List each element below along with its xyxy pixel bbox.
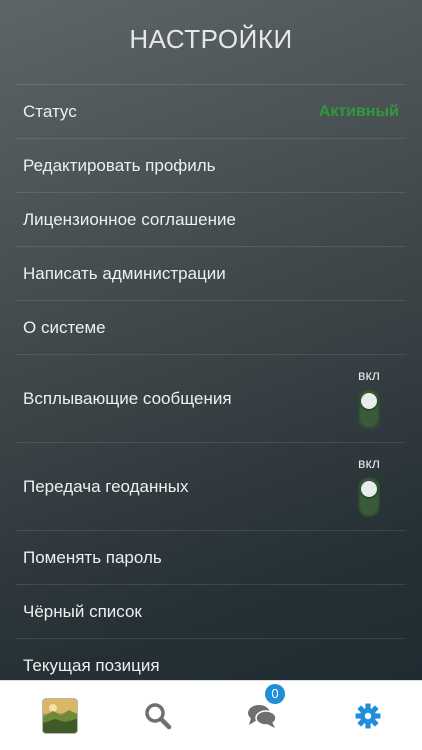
popups-row: Всплывающие сообщения вкл <box>16 354 406 442</box>
current-position-label: Текущая позиция <box>23 655 160 675</box>
geo-row: Передача геоданных вкл <box>16 442 406 530</box>
profile-avatar <box>43 699 77 733</box>
write-admin-label: Написать администрации <box>23 263 226 283</box>
write-admin-item[interactable]: Написать администрации <box>16 246 406 300</box>
tab-messages[interactable]: 0 <box>232 681 292 750</box>
geo-toggle-caption: вкл <box>358 455 380 471</box>
popups-toggle-wrap: вкл <box>356 367 390 429</box>
geo-label: Передача геоданных <box>23 476 189 496</box>
tab-profile[interactable] <box>30 681 90 750</box>
settings-list: Статус Активный Редактировать профиль Ли… <box>16 84 406 692</box>
geo-toggle[interactable] <box>358 477 380 517</box>
status-value: Активный <box>318 102 399 120</box>
about-item[interactable]: О системе <box>16 300 406 354</box>
search-icon <box>145 703 172 730</box>
status-row[interactable]: Статус Активный <box>16 84 406 138</box>
change-password-label: Поменять пароль <box>23 547 162 567</box>
landscape-photo-icon <box>43 699 77 733</box>
settings-screen: НАСТРОЙКИ Статус Активный Редактировать … <box>0 0 422 750</box>
geo-toggle-wrap: вкл <box>356 455 390 517</box>
toggle-knob <box>361 481 377 497</box>
about-label: О системе <box>23 317 106 337</box>
license-item[interactable]: Лицензионное соглашение <box>16 192 406 246</box>
chat-icon <box>248 705 277 728</box>
change-password-item[interactable]: Поменять пароль <box>16 530 406 584</box>
page-title: НАСТРОЙКИ <box>129 24 293 54</box>
edit-profile-label: Редактировать профиль <box>23 155 216 175</box>
messages-badge: 0 <box>265 684 285 704</box>
blacklist-label: Чёрный список <box>23 601 142 621</box>
tab-settings[interactable] <box>338 681 398 750</box>
popups-label: Всплывающие сообщения <box>23 388 232 408</box>
license-label: Лицензионное соглашение <box>23 209 236 229</box>
blacklist-item[interactable]: Чёрный список <box>16 584 406 638</box>
edit-profile-item[interactable]: Редактировать профиль <box>16 138 406 192</box>
tab-search[interactable] <box>128 681 188 750</box>
gear-icon <box>355 703 381 729</box>
popups-toggle-caption: вкл <box>358 367 380 383</box>
status-label: Статус <box>23 101 77 121</box>
toggle-knob <box>361 393 377 409</box>
popups-toggle[interactable] <box>358 389 380 429</box>
tab-bar: 0 <box>0 680 422 750</box>
